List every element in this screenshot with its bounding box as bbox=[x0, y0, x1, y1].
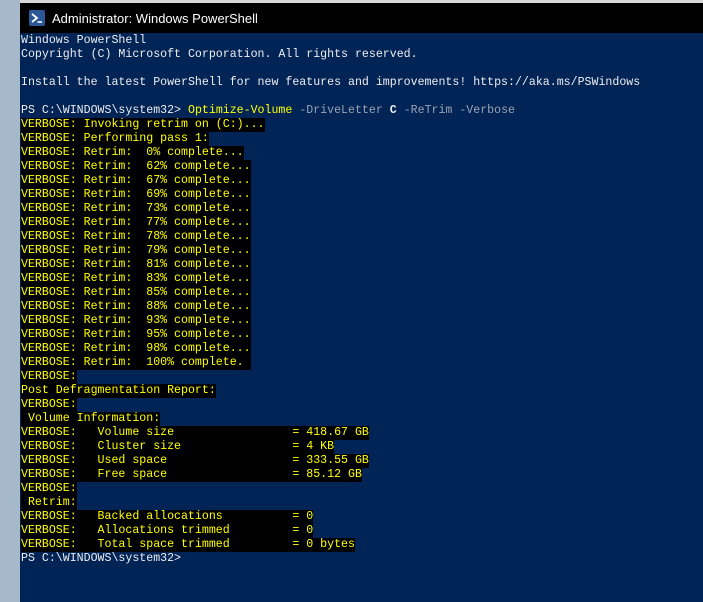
verbose-line: VERBOSE: Retrim: 78% complete... bbox=[21, 230, 703, 244]
verbose-text: VERBOSE: bbox=[21, 482, 77, 496]
desktop-background bbox=[0, 0, 20, 602]
verbose-line: VERBOSE: Retrim: 73% complete... bbox=[21, 202, 703, 216]
powershell-icon bbox=[29, 10, 45, 26]
verbose-text: VERBOSE: Retrim: 95% complete... bbox=[21, 328, 251, 342]
verbose-line: VERBOSE: Used space = 333.55 GB bbox=[21, 454, 703, 468]
verbose-line: VERBOSE: Free space = 85.12 GB bbox=[21, 468, 703, 482]
verbose-line: Retrim: bbox=[21, 496, 703, 510]
verbose-line: VERBOSE: Allocations trimmed = 0 bbox=[21, 524, 703, 538]
verbose-line: VERBOSE: Backed allocations = 0 bbox=[21, 510, 703, 524]
verbose-text: VERBOSE: Retrim: 100% complete. bbox=[21, 356, 251, 370]
verbose-text: Retrim: bbox=[21, 496, 77, 510]
verbose-text: VERBOSE: Retrim: 81% complete... bbox=[21, 258, 251, 272]
verbose-text: VERBOSE: Retrim: 62% complete... bbox=[21, 160, 251, 174]
banner-line: Install the latest PowerShell for new fe… bbox=[21, 76, 703, 90]
verbose-text: VERBOSE: Retrim: 85% complete... bbox=[21, 286, 251, 300]
verbose-line: VERBOSE: Retrim: 98% complete... bbox=[21, 342, 703, 356]
verbose-text: VERBOSE: Retrim: 79% complete... bbox=[21, 244, 251, 258]
verbose-line: VERBOSE: Retrim: 0% complete... bbox=[21, 146, 703, 160]
verbose-line: VERBOSE: Performing pass 1: bbox=[21, 132, 703, 146]
verbose-text: VERBOSE: Total space trimmed = 0 bytes bbox=[21, 538, 355, 552]
cmdlet-name: Optimize-Volume bbox=[187, 104, 293, 117]
verbose-line: VERBOSE: Retrim: 81% complete... bbox=[21, 258, 703, 272]
param-retrim-verbose: -ReTrim -Verbose bbox=[396, 104, 516, 117]
verbose-text: VERBOSE: Retrim: 83% complete... bbox=[21, 272, 251, 286]
verbose-line: VERBOSE: Invoking retrim on (C:)... bbox=[21, 118, 703, 132]
verbose-text: VERBOSE: Allocations trimmed = 0 bbox=[21, 524, 314, 538]
verbose-text: VERBOSE: Retrim: 88% complete... bbox=[21, 300, 251, 314]
verbose-line: Volume Information: bbox=[21, 412, 703, 426]
verbose-line: VERBOSE: Volume size = 418.67 GB bbox=[21, 426, 703, 440]
banner-copyright: Copyright (C) Microsoft Corporation. All… bbox=[21, 48, 418, 61]
verbose-text: Post Defragmentation Report: bbox=[21, 384, 216, 398]
verbose-text: VERBOSE: Retrim: 77% complete... bbox=[21, 216, 251, 230]
verbose-line: VERBOSE: bbox=[21, 482, 703, 496]
verbose-line: VERBOSE: Retrim: 83% complete... bbox=[21, 272, 703, 286]
verbose-text: VERBOSE: Retrim: 93% complete... bbox=[21, 314, 251, 328]
banner-line: Copyright (C) Microsoft Corporation. All… bbox=[21, 48, 703, 62]
verbose-text: VERBOSE: Cluster size = 4 KB bbox=[21, 440, 335, 454]
verbose-text: VERBOSE: Retrim: 73% complete... bbox=[21, 202, 251, 216]
verbose-text: VERBOSE: Volume size = 418.67 GB bbox=[21, 426, 369, 440]
final-prompt-line[interactable]: PS C:\WINDOWS\system32> bbox=[21, 552, 703, 566]
verbose-line: VERBOSE: Retrim: 77% complete... bbox=[21, 216, 703, 230]
verbose-text: Volume Information: bbox=[21, 412, 161, 426]
verbose-line: VERBOSE: Retrim: 79% complete... bbox=[21, 244, 703, 258]
verbose-line: VERBOSE: Retrim: 85% complete... bbox=[21, 286, 703, 300]
verbose-text: VERBOSE: bbox=[21, 398, 77, 412]
verbose-line: VERBOSE: bbox=[21, 370, 703, 384]
verbose-text: VERBOSE: Invoking retrim on (C:)... bbox=[21, 118, 265, 132]
verbose-line: VERBOSE: Retrim: 62% complete... bbox=[21, 160, 703, 174]
verbose-line: VERBOSE: Retrim: 100% complete. bbox=[21, 356, 703, 370]
verbose-text: VERBOSE: Retrim: 0% complete... bbox=[21, 146, 244, 160]
verbose-text: VERBOSE: Performing pass 1: bbox=[21, 132, 209, 146]
verbose-line: VERBOSE: Retrim: 95% complete... bbox=[21, 328, 703, 342]
verbose-line: VERBOSE: Retrim: 88% complete... bbox=[21, 300, 703, 314]
verbose-text: VERBOSE: Backed allocations = 0 bbox=[21, 510, 314, 524]
verbose-text: VERBOSE: bbox=[21, 370, 77, 384]
arg-drive: C bbox=[389, 104, 397, 117]
verbose-line: VERBOSE: Retrim: 93% complete... bbox=[21, 314, 703, 328]
verbose-text: VERBOSE: Retrim: 69% complete... bbox=[21, 188, 251, 202]
powershell-window[interactable]: Administrator: Windows PowerShell Window… bbox=[20, 3, 703, 602]
verbose-text: VERBOSE: Free space = 85.12 GB bbox=[21, 468, 362, 482]
prompt: PS C:\WINDOWS\system32> bbox=[21, 104, 188, 117]
verbose-text: VERBOSE: Retrim: 67% complete... bbox=[21, 174, 251, 188]
final-prompt[interactable]: PS C:\WINDOWS\system32> bbox=[21, 552, 181, 566]
verbose-line: VERBOSE: Cluster size = 4 KB bbox=[21, 440, 703, 454]
verbose-line: VERBOSE: Total space trimmed = 0 bytes bbox=[21, 538, 703, 552]
verbose-text: VERBOSE: Used space = 333.55 GB bbox=[21, 454, 369, 468]
banner-install-hint: Install the latest PowerShell for new fe… bbox=[21, 76, 641, 89]
window-title: Administrator: Windows PowerShell bbox=[52, 10, 258, 26]
verbose-output: VERBOSE: Invoking retrim on (C:)... VERBO… bbox=[21, 118, 703, 552]
verbose-line: Post Defragmentation Report: bbox=[21, 384, 703, 398]
title-bar[interactable]: Administrator: Windows PowerShell bbox=[20, 3, 703, 33]
verbose-line: VERBOSE: Retrim: 67% complete... bbox=[21, 174, 703, 188]
banner-title: Windows PowerShell bbox=[21, 34, 147, 47]
banner-line: Windows PowerShell bbox=[21, 34, 703, 48]
verbose-line: VERBOSE: bbox=[21, 398, 703, 412]
verbose-text: VERBOSE: Retrim: 78% complete... bbox=[21, 230, 251, 244]
verbose-line: VERBOSE: Retrim: 69% complete... bbox=[21, 188, 703, 202]
command-line: PS C:\WINDOWS\system32> Optimize-Volume … bbox=[21, 104, 703, 118]
verbose-text: VERBOSE: Retrim: 98% complete... bbox=[21, 342, 251, 356]
param-driveletter: -DriveLetter bbox=[292, 104, 390, 117]
console-output[interactable]: Windows PowerShell Copyright (C) Microso… bbox=[21, 34, 703, 602]
